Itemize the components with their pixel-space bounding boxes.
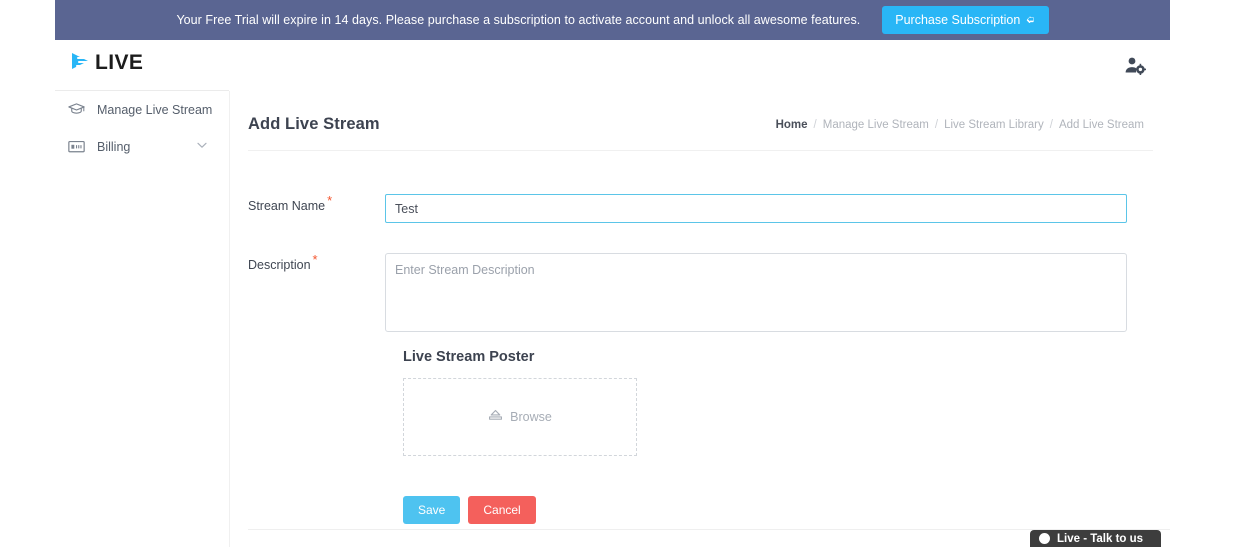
sidebar: Manage Live Stream Billing [55, 91, 229, 547]
live-stream-poster-title: Live Stream Poster [403, 349, 535, 365]
brand-logo[interactable]: LIVE [68, 49, 143, 75]
sidebar-item-label: Billing [97, 139, 131, 154]
cursor-pointer-icon: ➭ [1026, 13, 1036, 26]
poster-browse-label: Browse [510, 410, 552, 424]
credit-card-icon [68, 139, 90, 154]
description-label: Description * [230, 253, 385, 272]
breadcrumb: Home / Manage Live Stream / Live Stream … [776, 119, 1144, 131]
breadcrumb-item-manage-live-stream[interactable]: Manage Live Stream [823, 119, 929, 131]
breadcrumb-item-add-live-stream: Add Live Stream [1058, 119, 1144, 131]
stream-name-input[interactable] [385, 194, 1127, 223]
stream-name-label: Stream Name * [230, 194, 385, 213]
sidebar-item-billing[interactable]: Billing [55, 128, 229, 165]
live-chat-label: Live - Talk to us [1057, 532, 1144, 545]
page-title: Add Live Stream [248, 115, 380, 133]
page-header: Add Live Stream Home / Manage Live Strea… [230, 91, 1170, 151]
required-asterisk: * [327, 192, 333, 208]
cancel-button[interactable]: Cancel [468, 496, 536, 524]
app-root: Your Free Trial will expire in 14 days. … [0, 0, 1242, 547]
required-asterisk: * [312, 251, 318, 267]
live-chat-widget[interactable]: Live - Talk to us [1030, 530, 1161, 547]
breadcrumb-item-home[interactable]: Home [776, 119, 808, 131]
play-triangle-icon [68, 49, 94, 75]
trial-banner-message: Your Free Trial will expire in 14 days. … [176, 13, 861, 27]
form-row-description: Description * [230, 253, 1170, 337]
stream-name-control [385, 194, 1127, 223]
form-row-stream-name: Stream Name * [230, 194, 1170, 223]
purchase-subscription-label: Purchase Subscription [895, 13, 1021, 27]
add-live-stream-form: Stream Name* Description* Live Stream Po… [230, 150, 1170, 524]
breadcrumb-separator: / [813, 119, 817, 131]
save-button[interactable]: Save [403, 496, 461, 524]
sidebar-item-manage-live-stream[interactable]: Manage Live Stream [55, 91, 229, 128]
stream-name-label-text: Stream Name [248, 199, 326, 213]
description-textarea[interactable] [385, 253, 1127, 332]
chat-bubble-icon [1039, 533, 1050, 544]
brand-logo-text: LIVE [95, 50, 144, 74]
upload-cloud-icon [488, 409, 503, 425]
user-settings-icon[interactable] [1123, 54, 1147, 78]
breadcrumb-separator: / [1049, 119, 1053, 131]
trial-banner: Your Free Trial will expire in 14 days. … [55, 0, 1170, 40]
breadcrumb-separator: / [934, 119, 939, 131]
breadcrumb-item-live-stream-library[interactable]: Live Stream Library [944, 119, 1044, 131]
description-label-text: Description [248, 258, 311, 272]
poster-browse-dropzone[interactable]: Browse [403, 378, 637, 456]
live-stream-poster-section: Live Stream Poster Browse [403, 349, 1170, 456]
form-actions: Save Cancel [403, 496, 1170, 524]
description-control [385, 253, 1127, 337]
content-area: Add Live Stream Home / Manage Live Strea… [230, 91, 1170, 547]
top-bar: LIVE [55, 40, 1170, 91]
sidebar-item-label: Manage Live Stream [97, 102, 213, 117]
chevron-down-icon[interactable] [197, 140, 207, 151]
graduation-cap-icon [68, 101, 90, 118]
purchase-subscription-button[interactable]: Purchase Subscription ➭ [882, 6, 1049, 34]
